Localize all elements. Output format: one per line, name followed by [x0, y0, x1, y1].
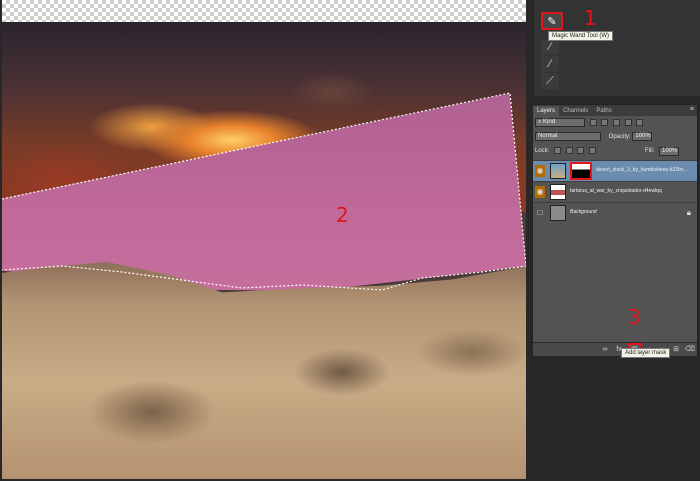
layer-thumbnail: [550, 205, 566, 221]
layer-name: desert_stock_3_by_humblebees-d32bn...: [596, 167, 688, 173]
tab-layers[interactable]: Layers: [533, 106, 560, 116]
layer-row-tartarus[interactable]: ◉ tartarus_at_war_by_cnquistador-d4ewlqq: [533, 181, 697, 202]
brush-icon: ⟋: [546, 75, 554, 87]
step-2-label: 2: [336, 203, 349, 227]
tab-paths[interactable]: Paths: [592, 106, 615, 116]
type-filter-icon[interactable]: [613, 119, 621, 126]
adjustment-filter-icon[interactable]: [601, 119, 609, 126]
magic-wand-icon: ✎: [547, 16, 557, 28]
tools-panel: ✎ ⁄ ∕ ⟋: [534, 0, 700, 96]
visibility-eye-icon[interactable]: ◉: [535, 165, 545, 177]
filter-row: ⌕ Kind: [535, 118, 644, 129]
document-canvas[interactable]: 2: [2, 0, 526, 479]
photoshop-window: 2 ✎ ⁄ ∕ ⟋ Magic Wand Tool (W) 1 Layers C…: [0, 0, 700, 481]
lock-position-icon[interactable]: [577, 146, 585, 154]
layers-footer: ∞ fx ▣ ◐ ▭ ⊞ ⌫: [533, 342, 697, 356]
layer-row-desert[interactable]: ◉ desert_stock_3_by_humblebees-d32bn...: [533, 160, 697, 181]
brush-tool-button[interactable]: ⟋: [541, 73, 559, 89]
smart-object-filter-icon[interactable]: [636, 119, 644, 126]
kind-filter-select[interactable]: ⌕ Kind: [535, 118, 585, 127]
panel-tabs: Layers Channels Paths: [533, 105, 697, 116]
layer-row-background[interactable]: □ Background 🔒︎: [533, 202, 697, 223]
opacity-label: Opacity:: [608, 134, 631, 141]
blend-mode-select[interactable]: Normal: [535, 132, 601, 141]
layer-name: Background: [570, 209, 597, 215]
bandage-icon: ∕: [549, 58, 551, 70]
lock-all-icon[interactable]: [589, 146, 597, 154]
visibility-eye-icon[interactable]: □: [535, 207, 545, 219]
lock-icon: 🔒︎: [686, 208, 691, 217]
panel-menu-icon[interactable]: ≡: [690, 106, 694, 114]
transparent-area: [2, 0, 526, 22]
lock-row: Lock: Fill: 100%: [535, 146, 695, 157]
fill-input[interactable]: 100%: [659, 147, 679, 156]
shape-filter-icon[interactable]: [624, 119, 632, 126]
search-icon: ⌕: [538, 119, 542, 125]
blend-row: Normal Opacity: 100%: [535, 132, 653, 143]
lock-label: Lock:: [535, 148, 550, 154]
lock-image-icon[interactable]: [565, 146, 573, 154]
layer-name: tartarus_at_war_by_cnquistador-d4ewlqq: [570, 188, 662, 194]
tab-channels[interactable]: Channels: [559, 106, 592, 116]
opacity-input[interactable]: 100%: [632, 132, 653, 141]
new-layer-icon[interactable]: ⊞: [672, 345, 680, 354]
healing-brush-tool-button[interactable]: ∕: [541, 56, 559, 72]
fill-label: Fill:: [645, 148, 655, 154]
magic-wand-tool-button[interactable]: ✎: [541, 12, 563, 30]
layers-panel: Layers Channels Paths ≡ ⌕ Kind Normal Op…: [532, 104, 698, 357]
add-layer-mask-tooltip: Add layer mask: [621, 348, 671, 358]
eyedropper-tool-button[interactable]: ⁄: [541, 39, 559, 55]
pixel-filter-icon[interactable]: [589, 119, 597, 126]
layer-thumbnail: [550, 163, 566, 179]
layer-mask-thumbnail[interactable]: [570, 162, 592, 180]
visibility-eye-icon[interactable]: ◉: [535, 186, 545, 198]
step-1-label: 1: [584, 6, 597, 30]
desert-image: [2, 262, 526, 479]
layer-thumbnail: [550, 184, 566, 200]
link-layers-icon[interactable]: ∞: [601, 345, 609, 354]
eyedropper-icon: ⁄: [549, 41, 551, 53]
step-3-label: 3: [628, 305, 641, 329]
magic-wand-tooltip: Magic Wand Tool (W): [548, 31, 614, 41]
lock-transparency-icon[interactable]: [554, 146, 562, 154]
trash-icon[interactable]: ⌫: [685, 345, 695, 354]
kind-label: Kind: [543, 119, 556, 125]
